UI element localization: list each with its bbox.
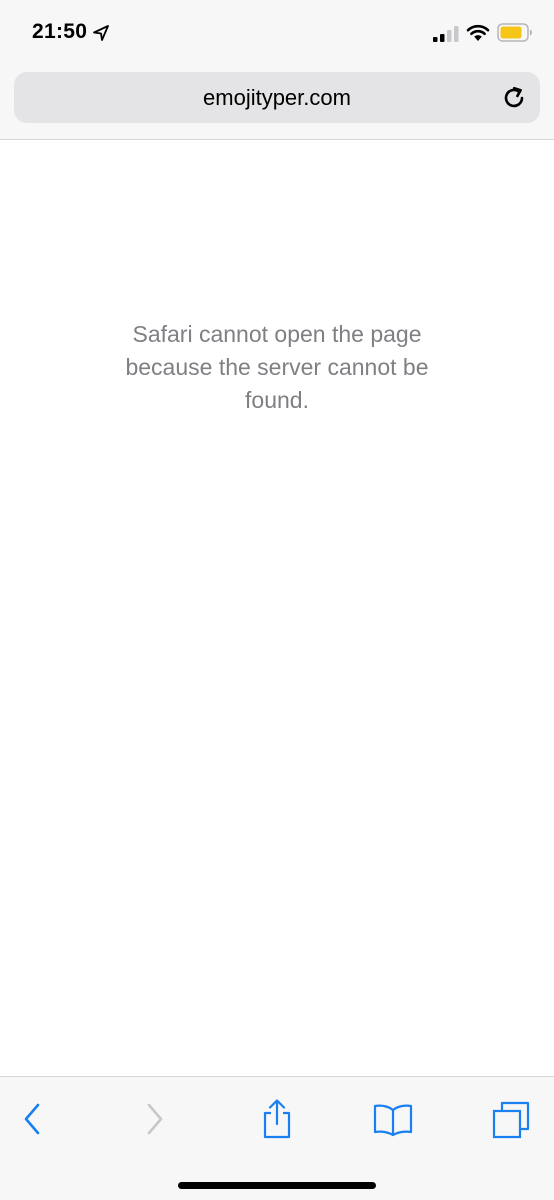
address-field[interactable]: emojityper.com xyxy=(14,72,540,123)
chevron-right-icon xyxy=(147,1103,163,1135)
signal-icon xyxy=(433,26,459,42)
wifi-icon xyxy=(466,24,490,41)
error-message: Safari cannot open the page because the … xyxy=(125,321,429,413)
forward-button[interactable] xyxy=(132,1097,176,1141)
share-button[interactable] xyxy=(255,1097,299,1141)
back-button[interactable] xyxy=(11,1097,55,1141)
reload-button[interactable] xyxy=(498,82,530,114)
url-text[interactable]: emojityper.com xyxy=(14,72,540,123)
safari-screen: 21:50 emojityper.com Safari cannot open … xyxy=(0,0,554,1200)
location-arrow-icon xyxy=(93,25,109,41)
status-time: 21:50 xyxy=(32,20,88,43)
battery-icon xyxy=(497,23,532,42)
home-indicator[interactable] xyxy=(178,1182,376,1189)
tabs-icon xyxy=(492,1101,530,1139)
reload-icon xyxy=(504,86,524,108)
share-icon xyxy=(263,1099,291,1139)
page-content: Safari cannot open the page because the … xyxy=(0,140,554,1076)
bookmarks-button[interactable] xyxy=(371,1097,415,1141)
chevron-left-icon xyxy=(24,1103,40,1135)
tabs-button[interactable] xyxy=(489,1097,533,1141)
address-bar-area: emojityper.com xyxy=(0,66,554,140)
book-icon xyxy=(373,1104,413,1137)
status-bar: 21:50 xyxy=(0,0,554,66)
